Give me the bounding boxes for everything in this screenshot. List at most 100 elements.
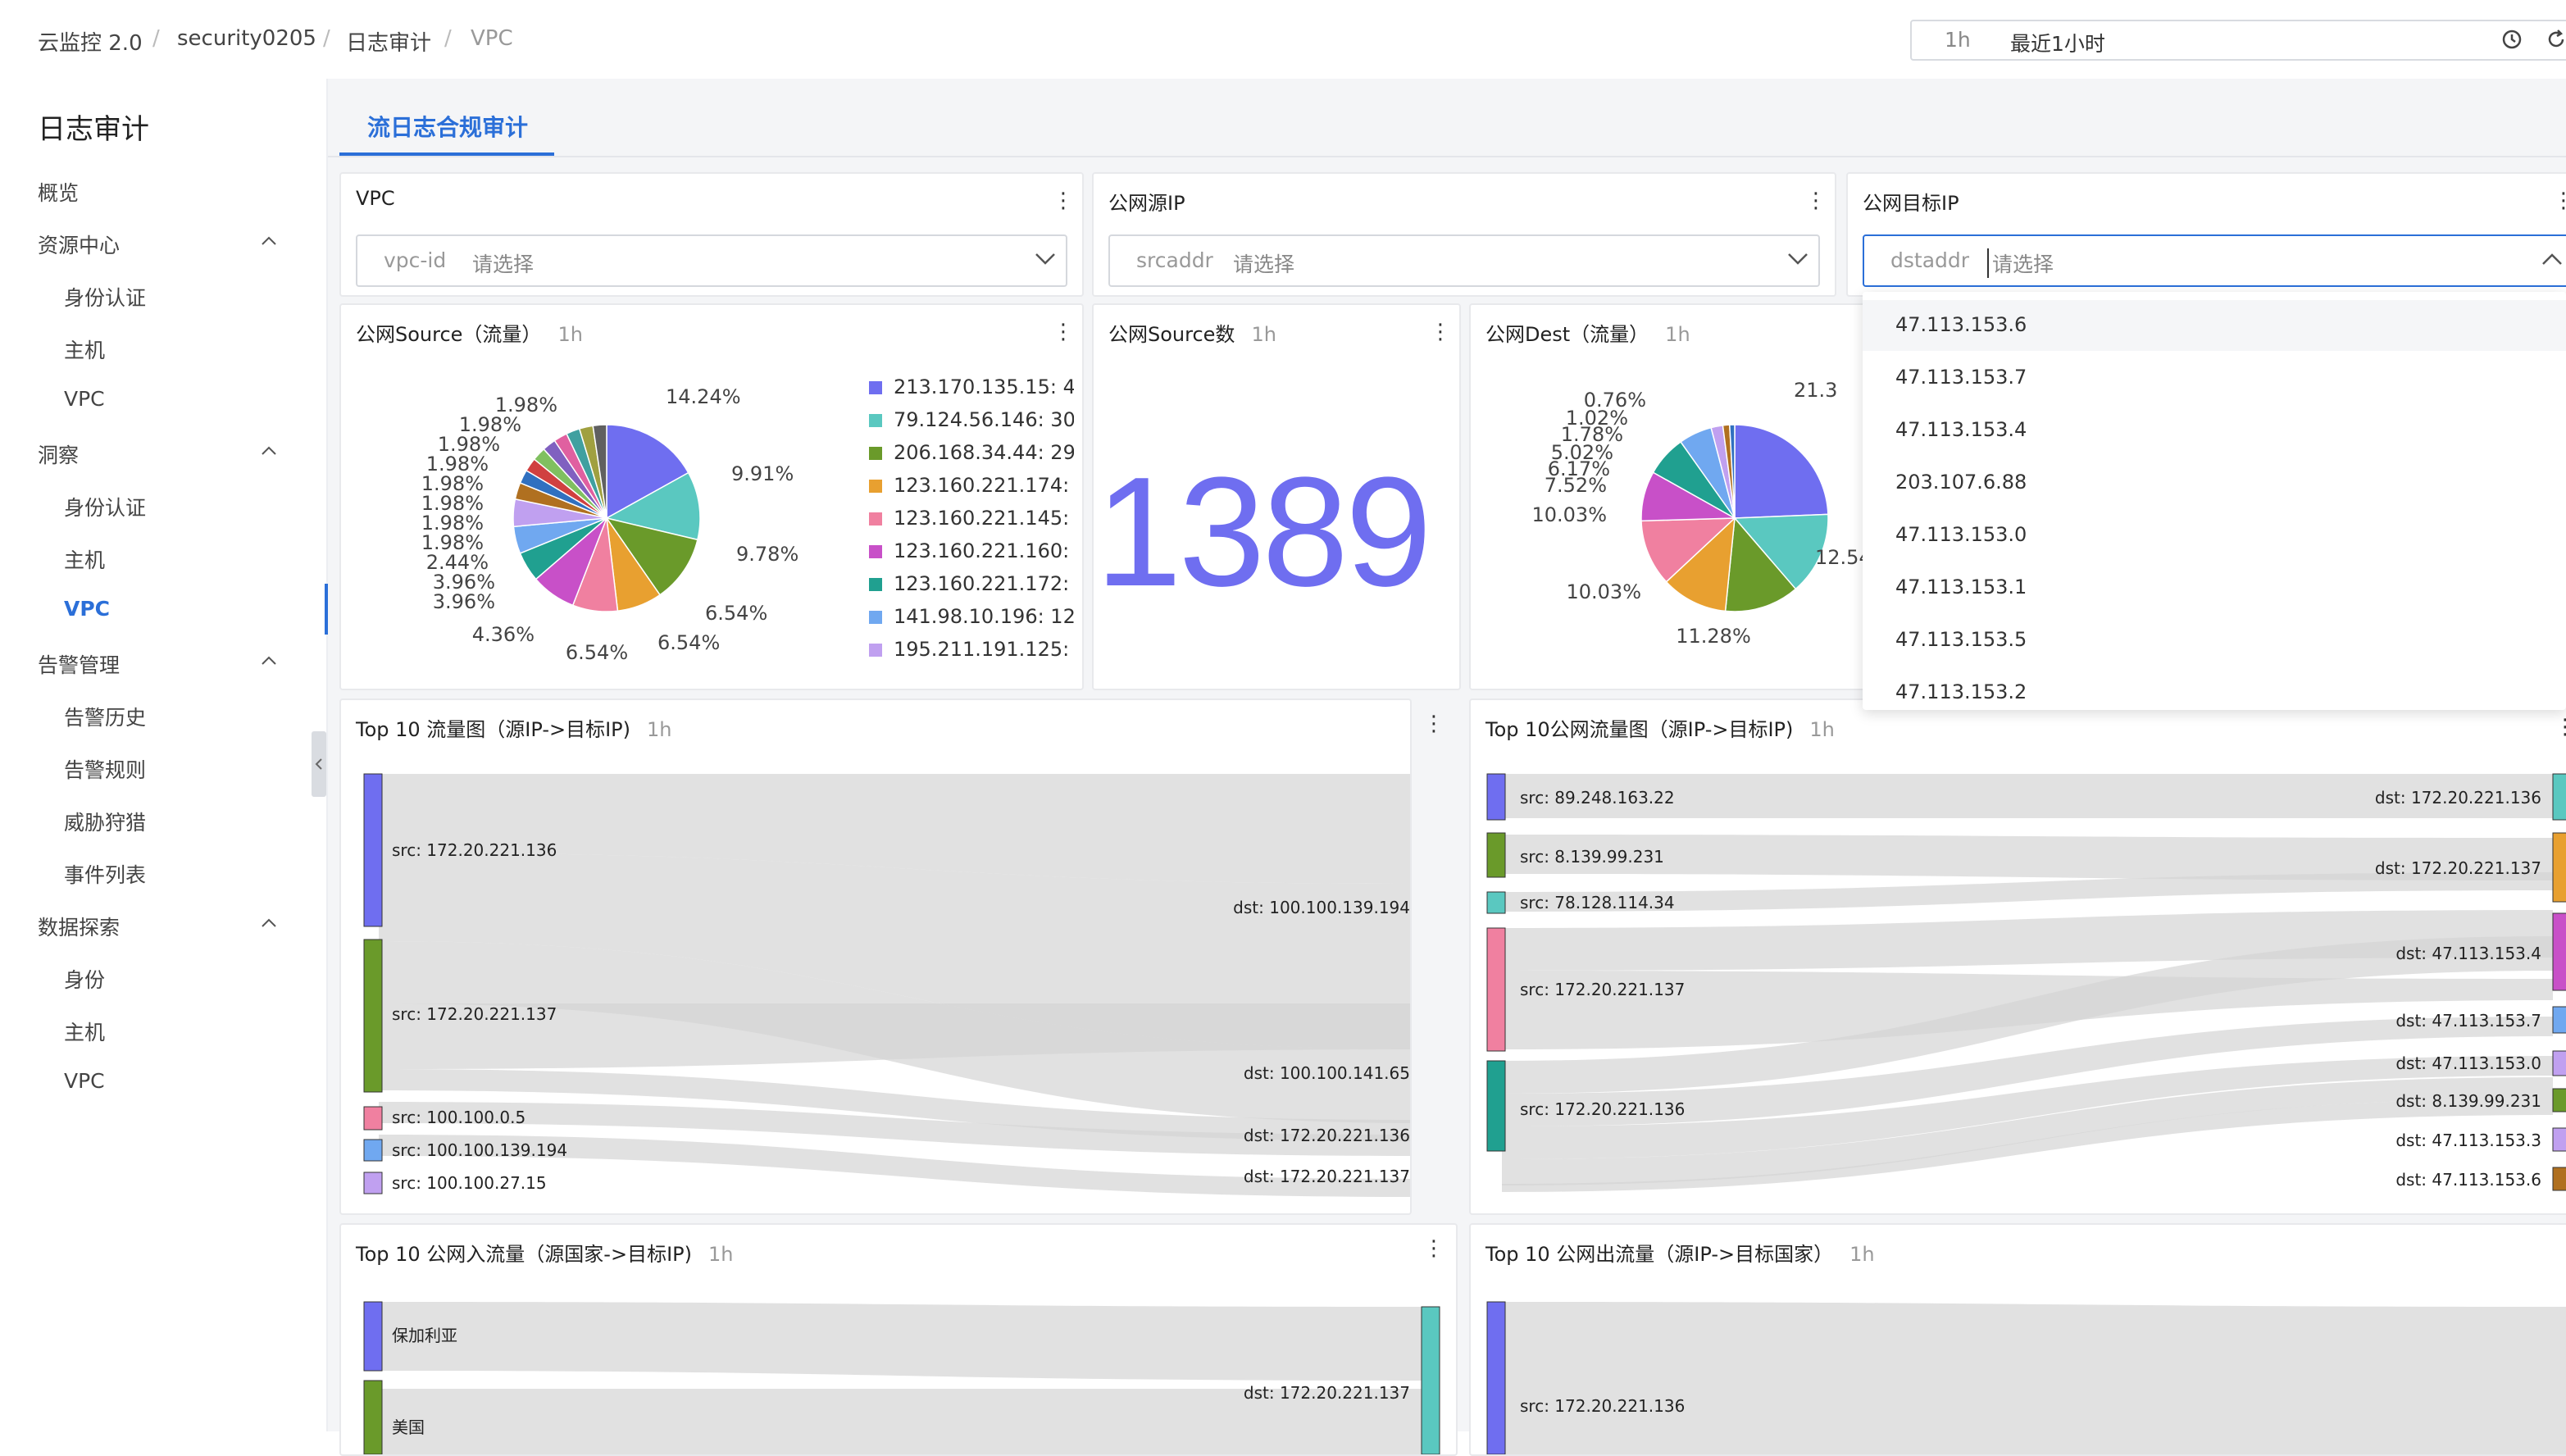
sankey-label: src: 172.20.221.137	[392, 1004, 557, 1024]
sankey-node[interactable]	[2552, 1127, 2566, 1152]
pie-label: 12.54	[1815, 546, 1864, 569]
legend-item[interactable]: 123.160.221.145: 19	[869, 507, 1074, 530]
dropdown-option[interactable]: 47.113.153.7	[1863, 353, 2566, 403]
sankey-node[interactable]	[2552, 832, 2566, 903]
legend-item[interactable]: 123.160.221.174: 19	[869, 474, 1074, 497]
dstaddr-select[interactable]: dstaddr 请选择	[1863, 234, 2566, 287]
legend-item[interactable]: 195.211.191.125: 12	[869, 638, 1074, 661]
sankey-label: src: 78.128.114.34	[1520, 893, 1675, 912]
sankey-node[interactable]	[363, 1139, 383, 1162]
sankey-node[interactable]	[363, 939, 383, 1093]
dest-pie-chart: 21.312.5411.28%10.03%10.03%7.52%6.17%5.0…	[1531, 379, 1864, 648]
select-key: dstaddr	[1890, 248, 1970, 272]
sankey-node[interactable]	[2552, 1050, 2566, 1076]
legend-label: 123.160.221.160: 19	[894, 539, 1074, 562]
sankey-node[interactable]	[363, 1380, 383, 1454]
legend-item[interactable]: 206.168.34.44: 296	[869, 441, 1074, 464]
sidebar-group-data-explore[interactable]: 数据探索	[38, 912, 120, 941]
sankey-node[interactable]	[2552, 773, 2566, 821]
sidebar-item-alert-history[interactable]: 告警历史	[64, 702, 146, 731]
sidebar-item-threat-hunting[interactable]: 威胁狩猎	[64, 807, 146, 836]
sankey-node[interactable]	[363, 1172, 383, 1194]
more-icon[interactable]: ⋮	[1423, 1236, 1445, 1261]
pie-slice[interactable]	[1734, 424, 1829, 519]
sankey-label: src: 172.20.221.137	[1520, 980, 1685, 999]
sankey-node[interactable]	[363, 773, 383, 927]
legend-item[interactable]: 141.98.10.196: 120	[869, 605, 1074, 628]
sankey-node[interactable]	[363, 1301, 383, 1372]
card-title-text: 公网Dest（流量）	[1485, 323, 1649, 346]
sankey-label: dst: 172.20.221.137	[1244, 1383, 1410, 1403]
legend-label: 141.98.10.196: 120	[894, 605, 1074, 628]
dropdown-option[interactable]: 47.113.153.5	[1863, 615, 2566, 666]
legend-item[interactable]: 213.170.135.15: 431	[869, 375, 1074, 398]
sankey-node[interactable]	[1486, 832, 1506, 878]
more-icon[interactable]: ⋮	[1430, 320, 1451, 344]
dropdown-option[interactable]: 47.113.153.1	[1863, 562, 2566, 613]
legend-swatch	[869, 644, 882, 657]
sankey-node[interactable]	[1421, 1306, 1440, 1454]
sankey-top10-flow-card: Top 10 流量图（源IP->目标IP)1h ⋮ src: 172.20.22…	[339, 698, 1412, 1215]
more-icon[interactable]: ⋮	[1805, 189, 1827, 213]
time-range-short: 1h	[1945, 28, 1971, 52]
sankey-node[interactable]	[2552, 1167, 2566, 1191]
sankey-outbound-card: Top 10 公网出流量（源IP->目标国家） 1h src: 172.20.22…	[1469, 1223, 2566, 1456]
sankey-label: 保加利亚	[392, 1326, 457, 1345]
sankey-node[interactable]	[363, 1106, 383, 1131]
dropdown-option[interactable]: 47.113.153.4	[1863, 405, 2566, 456]
sankey-node[interactable]	[1486, 1060, 1506, 1152]
dropdown-option-label: 47.113.153.5	[1895, 628, 2027, 651]
chevron-up-icon[interactable]	[261, 918, 277, 928]
dropdown-option[interactable]: 47.113.153.0	[1863, 510, 2566, 561]
legend-label: 206.168.34.44: 296	[894, 441, 1074, 464]
sankey-node[interactable]	[1486, 927, 1506, 1052]
sankey-link[interactable]	[1502, 1302, 2566, 1454]
sankey-chart-2: src: 89.248.163.22 src: 8.139.99.231 src: …	[1486, 773, 2566, 1192]
dropdown-option[interactable]: 47.113.153.6	[1863, 300, 2566, 351]
legend-item[interactable]: 123.160.221.172: 13	[869, 572, 1074, 595]
card-time: 1h	[1251, 323, 1276, 346]
sidebar-item-explore-host[interactable]: 主机	[64, 1017, 105, 1046]
sankey-node[interactable]	[1486, 891, 1506, 914]
legend-swatch	[869, 414, 882, 427]
sidebar-item-event-list[interactable]: 事件列表	[64, 859, 146, 889]
sidebar-item-explore-vpc[interactable]: VPC	[64, 1069, 105, 1093]
dropdown-option-label: 47.113.153.0	[1895, 523, 2027, 546]
card-title: 公网Source数 1h	[1108, 318, 1276, 347]
sankey-link[interactable]	[379, 1302, 1422, 1381]
more-icon[interactable]: ⋮	[2553, 189, 2566, 213]
sankey-node[interactable]	[1486, 773, 1506, 821]
dropdown-option[interactable]: 203.107.6.88	[1863, 457, 2566, 508]
legend-item[interactable]: 123.160.221.160: 19	[869, 539, 1074, 562]
sankey-label: src: 172.20.221.136	[1520, 1099, 1685, 1119]
legend-swatch	[869, 480, 882, 493]
card-time: 1h	[1665, 323, 1690, 346]
legend-item[interactable]: 79.124.56.146: 300	[869, 408, 1074, 431]
legend-label: 79.124.56.146: 300	[894, 408, 1074, 431]
dropdown-option[interactable]: 47.113.153.2	[1863, 667, 2566, 718]
time-range-picker[interactable]: 1h 最近1小时	[1910, 20, 2566, 61]
sankey-label: dst: 172.20.221.136	[2375, 788, 2541, 808]
sidebar-item-alert-rules[interactable]: 告警规则	[64, 754, 146, 784]
sankey-label: src: 8.139.99.231	[1520, 847, 1664, 867]
sankey-node[interactable]	[2552, 1006, 2566, 1034]
chevron-up-icon	[2542, 253, 2562, 265]
srcaddr-select[interactable]: srcaddr 请选择	[1108, 234, 1820, 287]
sidebar-collapse-handle[interactable]	[312, 731, 326, 797]
sankey-label: dst: 100.100.139.194	[1233, 898, 1410, 917]
sankey-label: dst: 47.113.153.3	[2395, 1131, 2541, 1150]
sidebar-item-explore-identity[interactable]: 身份	[64, 964, 105, 994]
history-icon[interactable]	[2500, 28, 2523, 51]
more-icon[interactable]: ⋮	[1423, 712, 1445, 736]
dropdown-option-label: 47.113.153.2	[1895, 680, 2027, 703]
sankey-label: dst: 47.113.153.7	[2395, 1011, 2541, 1031]
sankey-node[interactable]	[1486, 1301, 1506, 1454]
dstaddr-dropdown: 47.113.153.6 47.113.153.7 47.113.153.4 203.…	[1863, 292, 2566, 710]
refresh-icon[interactable]	[2545, 28, 2566, 51]
sankey-node[interactable]	[2552, 912, 2566, 991]
sankey-label: dst: 172.20.221.136	[1244, 1126, 1410, 1145]
sankey-label: src: 100.100.0.5	[392, 1108, 525, 1127]
dropdown-option-label: 47.113.153.6	[1895, 313, 2027, 336]
sankey-inbound-card: Top 10 公网入流量（源国家->目标IP) 1h 保加利亚 美国 dst: 172…	[339, 1223, 1458, 1456]
sankey-node[interactable]	[2552, 1088, 2566, 1112]
